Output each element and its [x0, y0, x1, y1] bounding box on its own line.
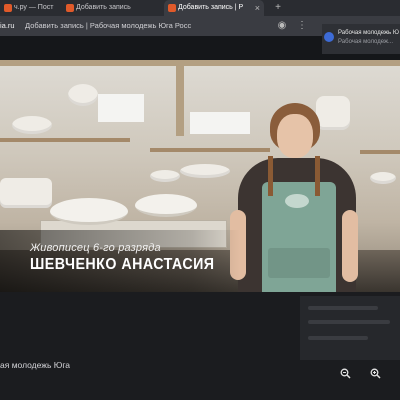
side-panel: [300, 296, 400, 360]
tab-label: Добавить запись | Р: [178, 4, 244, 11]
video-player[interactable]: Живописец 6-го разряда ШЕВЧЕНКО АНАСТАСИ…: [0, 60, 400, 292]
caption-subtitle: Живописец 6-го разряда: [30, 242, 161, 254]
avatar: [324, 32, 334, 42]
zoom-in-icon[interactable]: [368, 368, 382, 382]
person-face: [277, 114, 313, 158]
person-arm: [342, 210, 358, 282]
extension-icon[interactable]: ◉: [276, 20, 288, 32]
post-title: ая молодежь Юга: [0, 360, 70, 370]
tab-bar: ч.ру — Пост Добавить запись Добавить зап…: [0, 0, 400, 16]
pottery: [68, 84, 98, 106]
ceramic-dish: [135, 194, 197, 217]
placeholder-line: [308, 320, 390, 324]
channel-name: Рабочая молодежь Ю: [338, 30, 399, 36]
apron-strap: [315, 156, 320, 196]
window: [98, 94, 144, 122]
favicon-icon: [66, 4, 74, 12]
pottery: [150, 170, 180, 182]
pottery: [0, 178, 52, 208]
close-icon[interactable]: ×: [255, 0, 260, 16]
tab-label: Добавить запись: [76, 4, 131, 11]
shelf: [360, 150, 400, 154]
caption-name: ШЕВЧЕНКО АНАСТАСИЯ: [30, 256, 215, 273]
url-domain: ia.ru: [0, 21, 15, 30]
tab-label: ч.ру — Пост: [14, 4, 54, 11]
apron-strap: [268, 156, 273, 196]
new-tab-icon[interactable]: +: [272, 2, 284, 14]
tab-1[interactable]: ч.ру — Пост: [0, 0, 60, 16]
channel-subtitle: Рабочая молодеж...: [338, 39, 394, 45]
pottery: [180, 164, 230, 178]
favicon-icon: [4, 4, 12, 12]
apron-pocket: [268, 248, 330, 278]
zoom-out-icon[interactable]: [338, 368, 352, 382]
tab-3-active[interactable]: Добавить запись | Р ×: [164, 0, 264, 16]
ceiling-beam: [0, 60, 400, 66]
url-page-title: Добавить запись | Рабочая молодежь Юга Р…: [25, 21, 192, 30]
pottery: [12, 116, 52, 134]
favicon-icon: [168, 4, 176, 12]
placeholder-line: [308, 306, 378, 310]
address-bar[interactable]: ia.ru Добавить запись | Рабочая молодежь…: [0, 16, 260, 36]
apron-logo: [285, 194, 309, 208]
channel-card[interactable]: Рабочая молодежь Ю Рабочая молодеж...: [322, 24, 400, 54]
placeholder-line: [308, 336, 368, 340]
ceramic-dish: [50, 198, 128, 225]
tab-2[interactable]: Добавить запись: [62, 0, 162, 16]
shelf: [0, 138, 130, 142]
pillar: [176, 66, 184, 136]
menu-icon[interactable]: ⋮: [296, 20, 308, 32]
shelf: [150, 148, 270, 152]
pottery-stack: [316, 96, 350, 130]
window: [190, 112, 250, 134]
pottery: [370, 172, 396, 184]
